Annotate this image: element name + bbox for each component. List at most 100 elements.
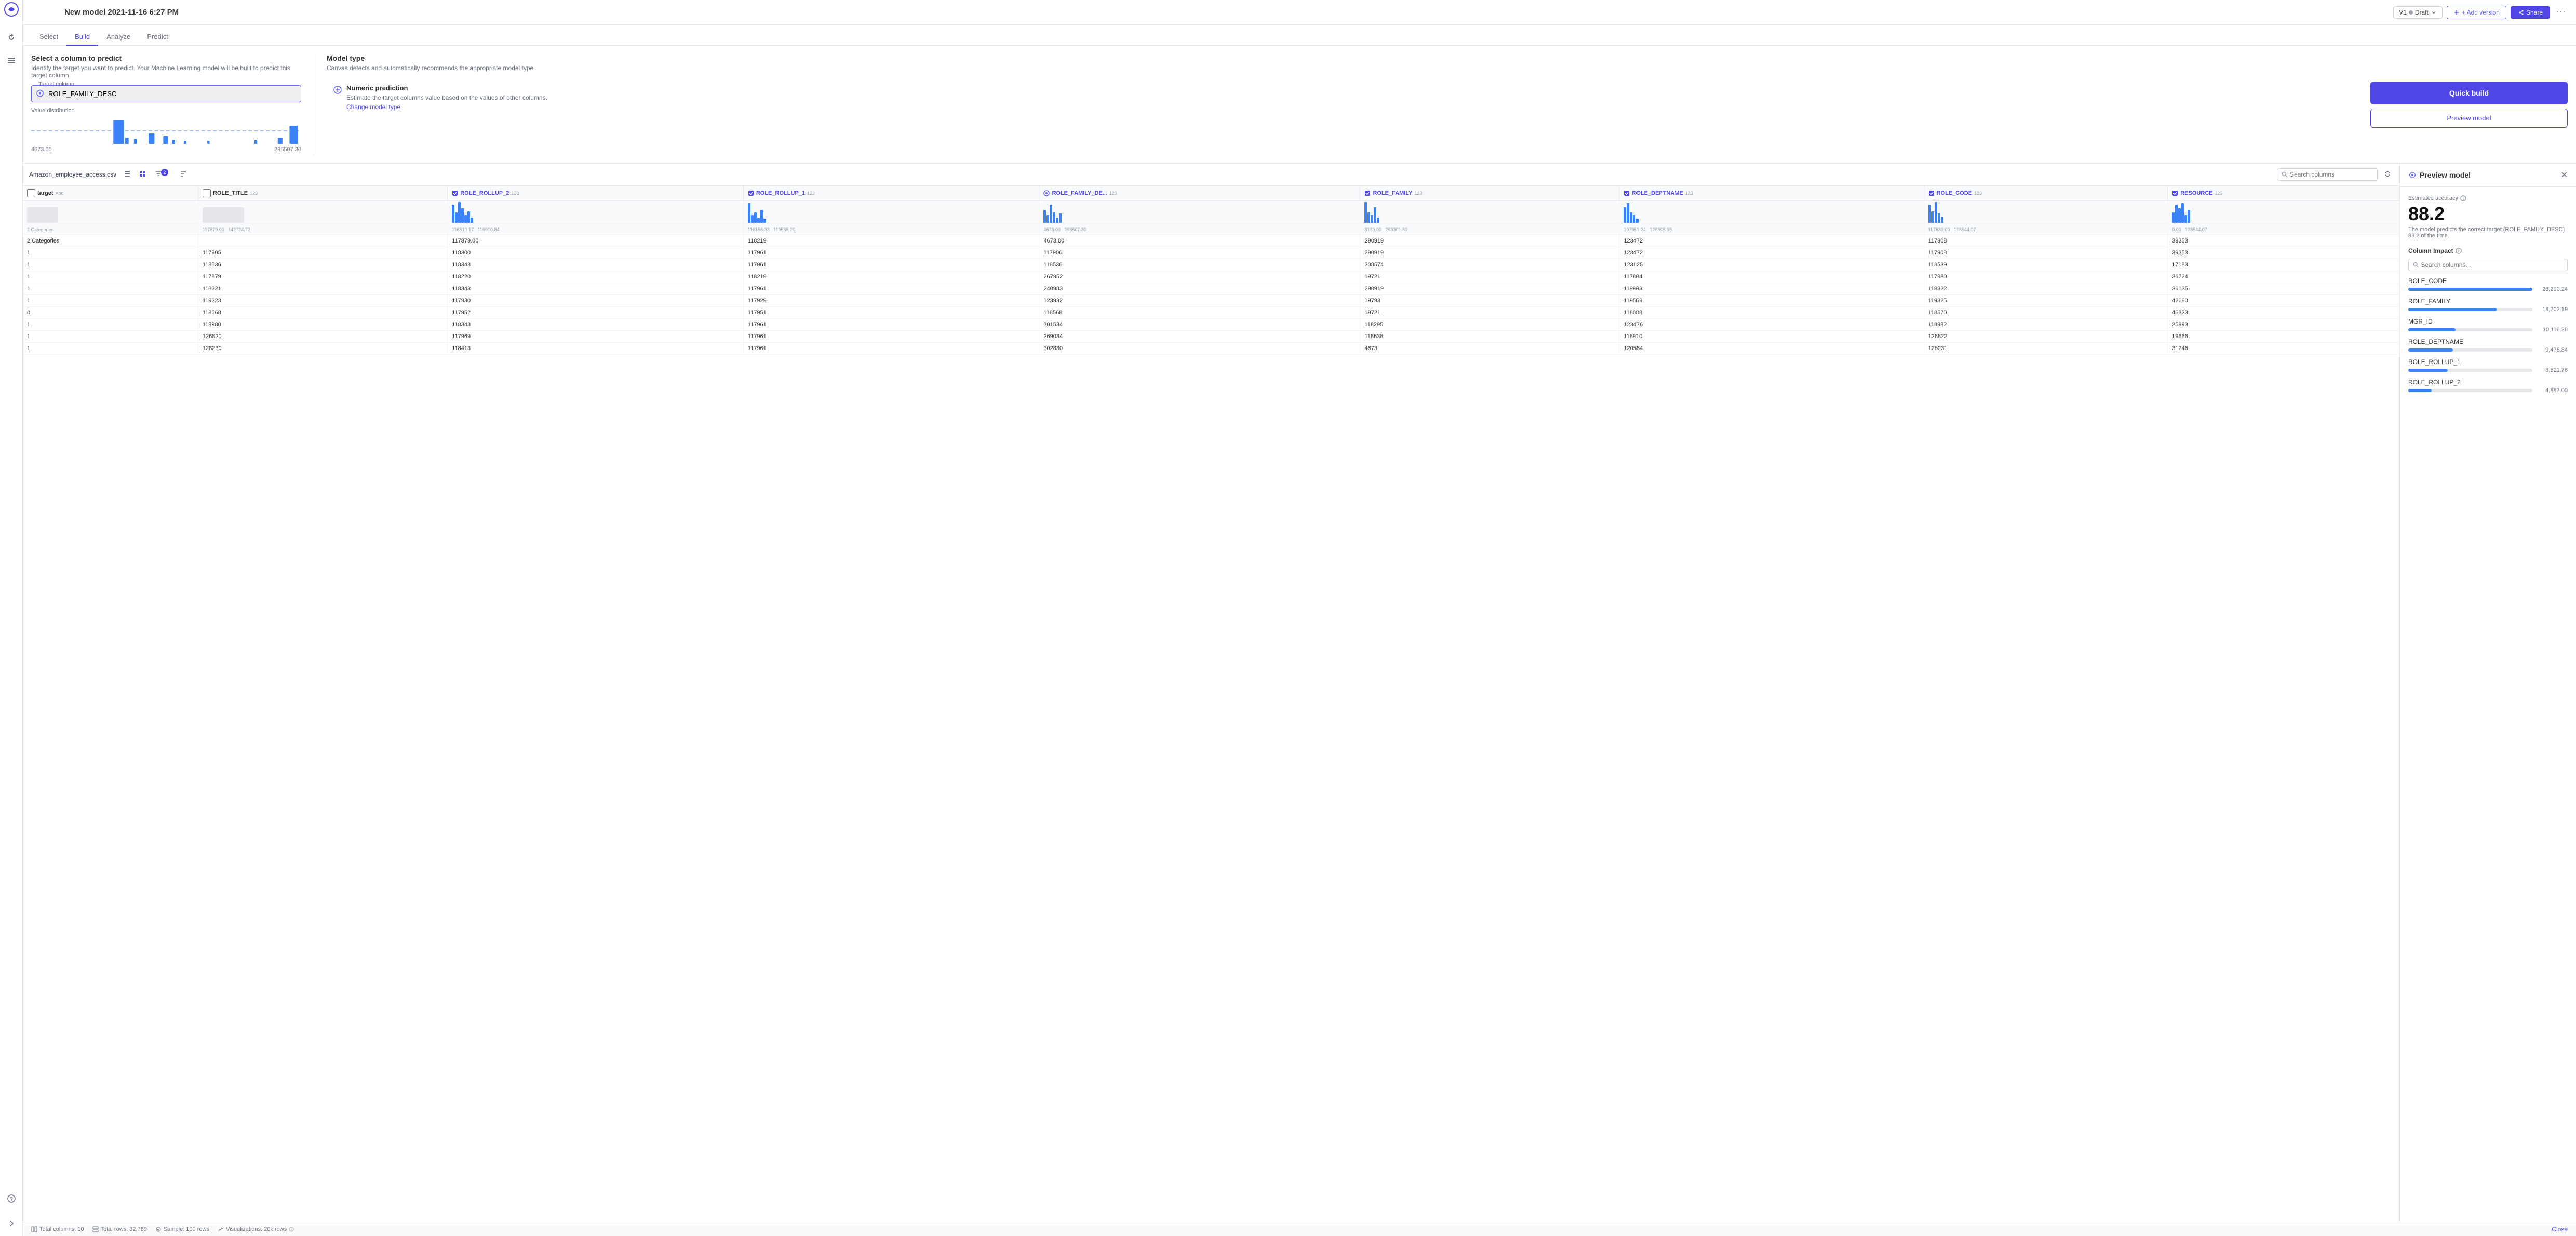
col-header-target[interactable]: target Abc — [23, 186, 198, 201]
table-row: 2 Categories117879.001182194673.00290919… — [23, 235, 2399, 247]
col-checkbox-role-title[interactable] — [203, 189, 211, 197]
vis-icon — [218, 1226, 224, 1232]
status-sample: Sample: 100 rows — [155, 1226, 209, 1232]
data-table: target Abc ROLE_TITLE 123 — [23, 186, 2399, 355]
filter-badge: 2 — [161, 169, 168, 176]
preview-model-button[interactable]: Preview model — [2370, 109, 2568, 128]
table-row: 1117879118220118219267952197211178841178… — [23, 271, 2399, 283]
info-icon-status: i — [289, 1227, 294, 1232]
col-header-role-code[interactable]: ROLE_CODE 123 — [1924, 186, 2168, 201]
version-badge[interactable]: V1 Draft — [2393, 6, 2443, 19]
preview-body: Estimated accuracy i 88.2 The model pred… — [2400, 187, 2576, 407]
impact-item: ROLE_FAMILY 18,702.19 — [2408, 298, 2568, 313]
table-container: Amazon_employee_access.csv 2 — [23, 164, 2399, 1222]
sidebar-refresh-icon[interactable] — [3, 29, 20, 46]
status-bar: Total columns: 10 Total rows: 32,769 Sam… — [23, 1222, 2576, 1236]
col-header-role-family-desc[interactable]: ROLE_FAMILY_DE... 123 — [1039, 186, 1360, 201]
search-columns-wrap — [2277, 168, 2378, 181]
build-actions: Quick build Preview model — [2370, 54, 2568, 155]
main-content: New model 2021-11-16 6:27 PM V1 Draft + … — [23, 0, 2576, 1236]
left-sidebar: ? — [0, 0, 23, 1236]
version-label: V1 — [2399, 9, 2407, 16]
model-type-title: Model type — [327, 54, 2358, 62]
target-input-wrap: Target column ROLE_FAMILY_DESC — [31, 85, 301, 102]
sample-icon — [155, 1226, 162, 1232]
table-toolbar: Amazon_employee_access.csv 2 — [23, 164, 2399, 186]
data-area: Amazon_employee_access.csv 2 — [23, 164, 2576, 1222]
table-row: 0118568117952117951118568197211180081185… — [23, 307, 2399, 319]
topbar: New model 2021-11-16 6:27 PM V1 Draft + … — [23, 0, 2576, 25]
col-impact-search-input[interactable] — [2421, 261, 2563, 268]
tab-select[interactable]: Select — [31, 29, 66, 46]
status-close-button[interactable]: Close — [2552, 1226, 2568, 1233]
dist-range: 4673.00 296507.30 — [31, 146, 301, 153]
col-impact-search — [2408, 259, 2568, 271]
share-icon — [2518, 9, 2524, 16]
info-icon: i — [2460, 195, 2466, 201]
app-logo[interactable] — [4, 2, 19, 17]
preview-panel: Preview model ✕ Estimated accuracy i 88.… — [2399, 164, 2576, 1222]
col-check-icon — [2172, 190, 2178, 196]
model-type-info: Numeric prediction Estimate the target c… — [346, 84, 547, 111]
search-columns-input[interactable] — [2290, 171, 2373, 178]
more-options-button[interactable]: ⋯ — [2554, 5, 2568, 20]
tab-analyze[interactable]: Analyze — [98, 29, 139, 46]
model-type-detail: Estimate the target columns value based … — [346, 94, 547, 101]
filter-btn[interactable]: 2 — [152, 168, 175, 181]
tabs: Select Build Analyze Predict — [23, 25, 2576, 46]
svg-text:?: ? — [9, 1197, 12, 1202]
col-header-resource[interactable]: RESOURCE 123 — [2168, 186, 2399, 201]
model-type-desc: Canvas detects and automatically recomme… — [327, 64, 2358, 72]
col-header-role-rollup2[interactable]: ROLE_ROLLUP_2 123 — [448, 186, 744, 201]
change-model-link[interactable]: Change model type — [346, 103, 400, 111]
rows-icon — [92, 1226, 99, 1232]
col-header-role-deptname[interactable]: ROLE_DEPTNAME 123 — [1619, 186, 1924, 201]
accuracy-desc: The model predicts the correct target (R… — [2408, 226, 2568, 239]
predict-title: Select a column to predict — [31, 54, 301, 62]
estimated-accuracy-label: Estimated accuracy i — [2408, 195, 2568, 201]
model-type-icon — [333, 85, 342, 97]
col-check-icon — [1624, 190, 1630, 196]
target-column-select[interactable]: ROLE_FAMILY_DESC — [31, 85, 301, 102]
grid-view-btn[interactable] — [136, 168, 150, 181]
share-button[interactable]: Share — [2511, 6, 2550, 19]
col-checkbox-target[interactable] — [27, 189, 35, 197]
preview-header: Preview model ✕ — [2400, 164, 2576, 187]
page-title: New model 2021-11-16 6:27 PM — [64, 8, 2387, 17]
add-version-button[interactable]: + Add version — [2447, 6, 2506, 19]
model-type-section: Model type Canvas detects and automatica… — [314, 54, 2358, 155]
build-section: Select a column to predict Identify the … — [23, 46, 2576, 164]
toolbar-icons: 2 — [120, 168, 190, 181]
sidebar-help-icon[interactable]: ? — [3, 1190, 20, 1207]
table-row: 1118321118343117961240983290919119993118… — [23, 283, 2399, 295]
preview-icon — [2408, 171, 2417, 179]
model-type-name: Numeric prediction — [346, 84, 547, 92]
col-header-role-rollup1[interactable]: ROLE_ROLLUP_1 123 — [743, 186, 1039, 201]
chevron-down-icon — [2431, 9, 2437, 16]
quick-build-button[interactable]: Quick build — [2370, 82, 2568, 104]
tab-predict[interactable]: Predict — [139, 29, 176, 46]
preview-close-button[interactable]: ✕ — [2561, 170, 2568, 180]
topbar-actions: V1 Draft + Add version Share ⋯ — [2393, 5, 2568, 20]
file-name: Amazon_employee_access.csv — [29, 171, 116, 178]
preview-title: Preview model — [2408, 171, 2471, 179]
table-row: 1126820117969117961269034118638118910126… — [23, 331, 2399, 343]
sort-btn[interactable] — [177, 168, 190, 181]
col-header-role-title[interactable]: ROLE_TITLE 123 — [198, 186, 447, 201]
status-total-columns: Total columns: 10 — [31, 1226, 84, 1232]
sidebar-expand-icon[interactable] — [3, 1215, 20, 1232]
target-col-icon — [36, 89, 44, 98]
svg-text:i: i — [2463, 197, 2464, 201]
info-icon-2: i — [2456, 248, 2462, 254]
tab-build[interactable]: Build — [66, 29, 98, 46]
col-check-icon — [452, 190, 458, 196]
predict-column-section: Select a column to predict Identify the … — [31, 54, 301, 155]
impact-item: ROLE_CODE 26,290.24 — [2408, 277, 2568, 292]
predict-desc: Identify the target you want to predict.… — [31, 64, 301, 79]
col-header-role-family[interactable]: ROLE_FAMILY 123 — [1360, 186, 1619, 201]
impact-list: ROLE_CODE 26,290.24 ROLE_FAMILY 18,702.1… — [2408, 277, 2568, 394]
dist-min: 4673.00 — [31, 146, 52, 153]
sidebar-menu-icon[interactable] — [3, 52, 20, 69]
list-view-btn[interactable] — [120, 168, 134, 181]
collapse-btn[interactable] — [2382, 168, 2393, 181]
